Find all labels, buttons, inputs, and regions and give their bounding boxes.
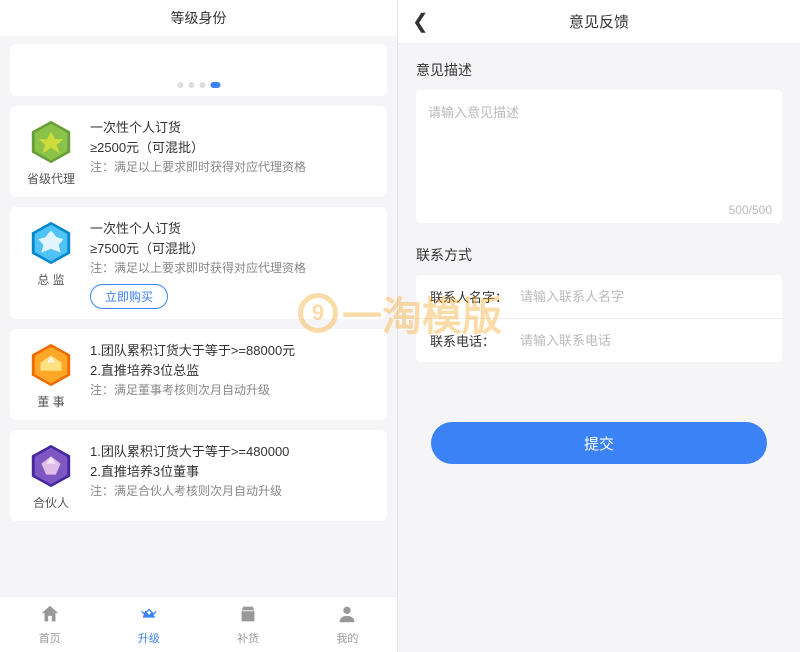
level-name: 董 事 bbox=[37, 393, 64, 410]
field-input[interactable] bbox=[520, 333, 768, 348]
level-name: 合伙人 bbox=[33, 494, 69, 511]
tab-icon bbox=[39, 603, 61, 628]
level-name: 省级代理 bbox=[27, 170, 75, 187]
tab-mine[interactable]: 我的 bbox=[298, 597, 397, 652]
page-title: 意见反馈 bbox=[569, 11, 629, 32]
level-name: 总 监 bbox=[37, 271, 64, 288]
description-field-wrap: 500/500 bbox=[416, 90, 782, 223]
level-badge-icon bbox=[27, 442, 75, 490]
tab-icon bbox=[336, 603, 358, 628]
char-counter: 500/500 bbox=[729, 203, 772, 217]
level-card: 董 事 1.团队累积订货大于等于>=88000元2.直推培养3位总监 注：满足董… bbox=[10, 329, 387, 420]
buy-button[interactable]: 立即购买 bbox=[90, 284, 168, 309]
level-list: 省级代理 一次性个人订货≥2500元（可混批） 注：满足以上要求即时获得对应代理… bbox=[0, 96, 397, 596]
level-requirement: 一次性个人订货 bbox=[90, 219, 373, 239]
level-requirement: 一次性个人订货 bbox=[90, 118, 373, 138]
level-note: 注：满足合伙人考核则次月自动升级 bbox=[90, 482, 373, 501]
level-badge-icon bbox=[27, 118, 75, 166]
level-requirement: ≥2500元（可混批） bbox=[90, 138, 373, 158]
section-label-contact: 联系方式 bbox=[416, 245, 782, 265]
field-label: 联系电话： bbox=[430, 331, 520, 350]
level-badge-icon bbox=[27, 341, 75, 389]
contact-fields: 联系人名字： 联系电话： bbox=[416, 275, 782, 362]
level-requirement: 1.团队累积订货大于等于>=480000 bbox=[90, 442, 373, 462]
level-note: 注：满足以上要求即时获得对应代理资格 bbox=[90, 259, 373, 278]
tab-label: 升级 bbox=[138, 630, 160, 646]
tab-bar: 首页 升级 补货 我的 bbox=[0, 596, 397, 652]
back-icon[interactable]: ❮ bbox=[412, 12, 429, 32]
field-input[interactable] bbox=[520, 289, 768, 304]
level-card: 省级代理 一次性个人订货≥2500元（可混批） 注：满足以上要求即时获得对应代理… bbox=[10, 106, 387, 197]
tab-icon bbox=[138, 603, 160, 628]
page-title: 等级身份 bbox=[0, 0, 397, 36]
banner-carousel[interactable] bbox=[10, 44, 387, 96]
contact-field: 联系电话： bbox=[416, 319, 782, 362]
level-note: 注：满足以上要求即时获得对应代理资格 bbox=[90, 158, 373, 177]
contact-field: 联系人名字： bbox=[416, 275, 782, 319]
tab-home[interactable]: 首页 bbox=[0, 597, 99, 652]
level-card: 总 监 一次性个人订货≥7500元（可混批） 注：满足以上要求即时获得对应代理资… bbox=[10, 207, 387, 319]
level-card: 合伙人 1.团队累积订货大于等于>=4800002.直推培养3位董事 注：满足合… bbox=[10, 430, 387, 521]
field-label: 联系人名字： bbox=[430, 287, 520, 306]
carousel-dots bbox=[177, 82, 220, 88]
submit-button[interactable]: 提交 bbox=[431, 422, 768, 464]
tab-upgrade[interactable]: 升级 bbox=[99, 597, 198, 652]
level-requirement: 2.直推培养3位总监 bbox=[90, 361, 373, 381]
header: ❮ 意见反馈 bbox=[398, 0, 800, 44]
level-note: 注：满足董事考核则次月自动升级 bbox=[90, 381, 373, 400]
level-badge-icon bbox=[27, 219, 75, 267]
level-requirement: 1.团队累积订货大于等于>=88000元 bbox=[90, 341, 373, 361]
tab-icon bbox=[237, 603, 259, 628]
level-requirement: ≥7500元（可混批） bbox=[90, 239, 373, 259]
tab-label: 首页 bbox=[39, 630, 61, 646]
tab-label: 补货 bbox=[237, 630, 259, 646]
section-label-description: 意见描述 bbox=[416, 60, 782, 80]
description-textarea[interactable] bbox=[416, 90, 782, 218]
level-requirement: 2.直推培养3位董事 bbox=[90, 462, 373, 482]
tab-label: 我的 bbox=[336, 630, 358, 646]
tab-restock[interactable]: 补货 bbox=[199, 597, 298, 652]
